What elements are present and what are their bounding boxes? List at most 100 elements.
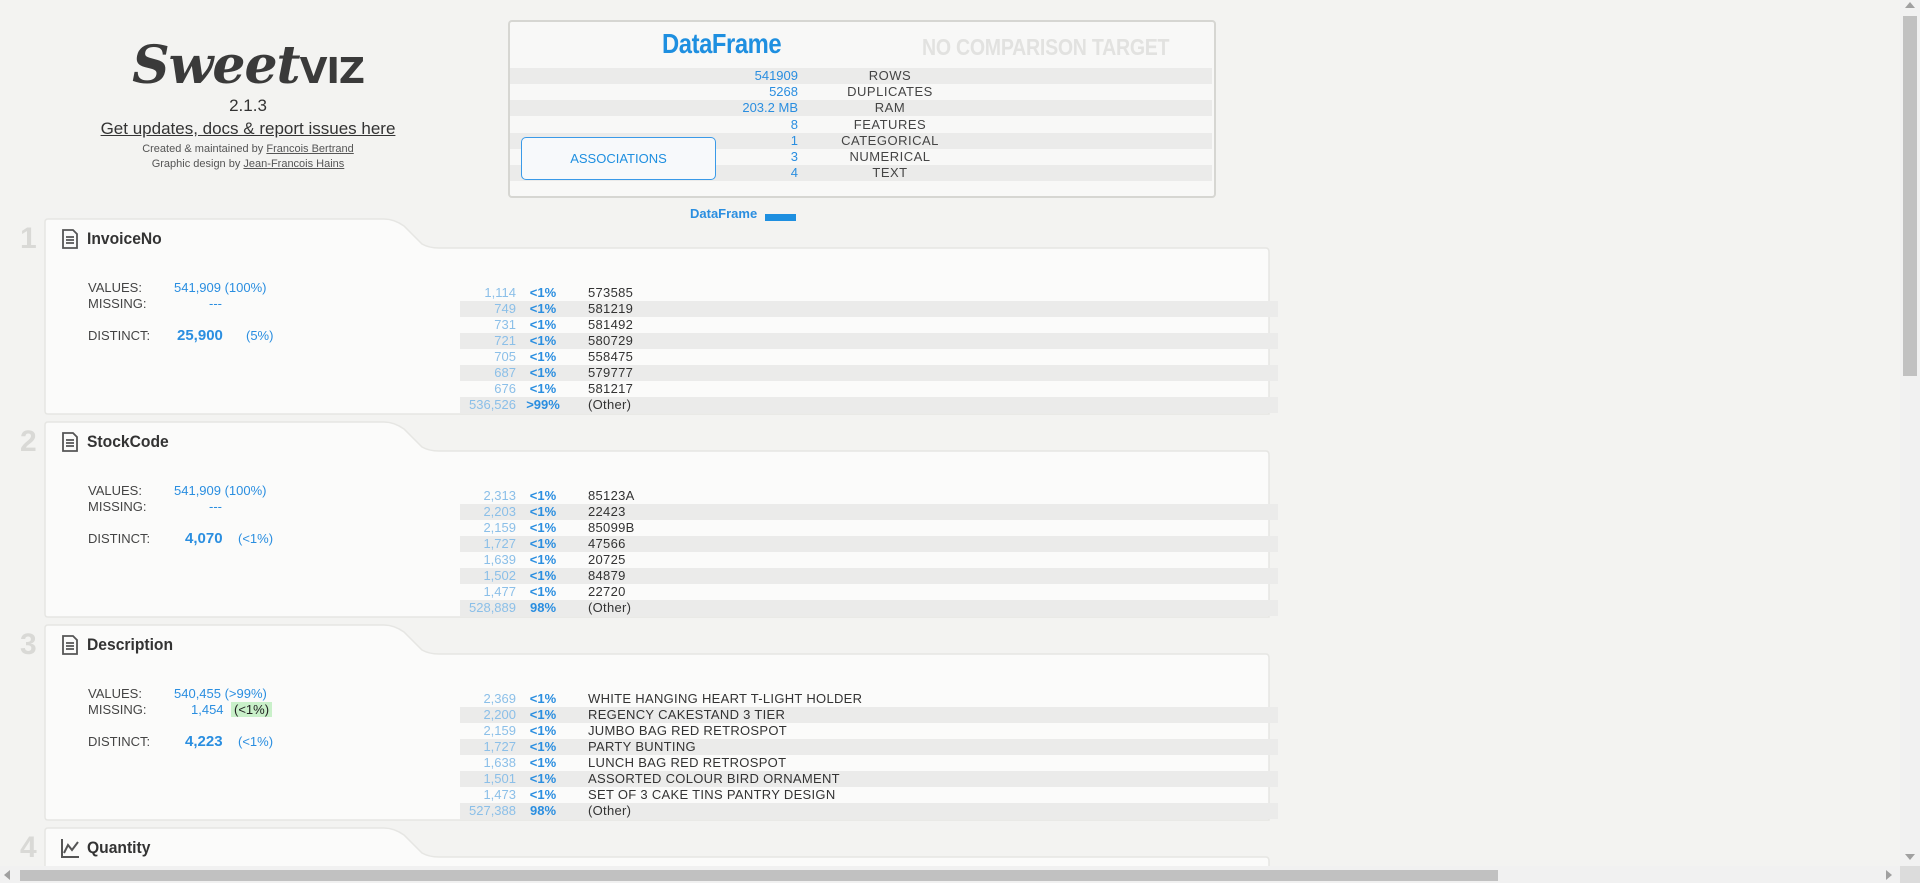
scroll-left-arrow-icon[interactable] bbox=[4, 870, 10, 880]
credit-line: Created & maintained by Francois Bertran… bbox=[60, 142, 436, 157]
missing-value: --- bbox=[209, 499, 222, 514]
values-value: 541,909 (100%) bbox=[174, 483, 267, 498]
feature-number: 3 bbox=[20, 628, 37, 661]
summary-stat-value: 8 bbox=[790, 117, 798, 132]
top-value-count: 536,526 bbox=[469, 397, 516, 412]
feature-name: Description bbox=[87, 635, 174, 654]
top-value-count: 1,502 bbox=[483, 568, 516, 583]
top-value-row: 721 <1% 580729 bbox=[460, 333, 1278, 349]
top-value-count: 2,200 bbox=[483, 707, 516, 722]
author-link[interactable]: Francois Bertrand bbox=[266, 143, 353, 155]
top-value-percent: <1% bbox=[529, 739, 557, 754]
distinct-value: 4,070 bbox=[185, 530, 223, 547]
scroll-up-arrow-icon[interactable] bbox=[1905, 2, 1915, 8]
designer-link[interactable]: Jean-Francois Hains bbox=[243, 158, 344, 170]
top-value-percent: >99% bbox=[526, 397, 560, 412]
top-value-name: 47566 bbox=[588, 536, 626, 551]
top-value-percent: <1% bbox=[529, 536, 557, 551]
horizontal-scroll-thumb[interactable] bbox=[20, 870, 1498, 881]
top-value-name: WHITE HANGING HEART T-LIGHT HOLDER bbox=[588, 691, 863, 706]
vertical-scroll-thumb[interactable] bbox=[1903, 16, 1917, 376]
top-value-name: 20725 bbox=[588, 552, 626, 567]
top-value-count: 1,473 bbox=[483, 787, 516, 802]
top-value-name: 85123A bbox=[588, 488, 635, 503]
top-value-row: 2,159 <1% 85099B bbox=[460, 520, 1278, 536]
top-value-row: 2,203 <1% 22423 bbox=[460, 504, 1278, 520]
top-value-name: PARTY BUNTING bbox=[588, 739, 696, 754]
values-label: VALUES: bbox=[88, 483, 142, 498]
distinct-percent: (5%) bbox=[246, 328, 274, 343]
top-value-name: LUNCH BAG RED RETROSPOT bbox=[588, 755, 787, 770]
missing-value: 1,454 bbox=[191, 702, 224, 717]
distinct-label: DISTINCT: bbox=[88, 734, 151, 749]
missing-label: MISSING: bbox=[88, 702, 147, 717]
scrollbar-corner bbox=[1900, 866, 1920, 883]
top-value-percent: <1% bbox=[529, 488, 557, 503]
top-value-count: 1,727 bbox=[483, 739, 516, 754]
feature-card[interactable]: StockCode VALUES: MISSING: DISTINCT: 541,909… bbox=[44, 421, 1278, 619]
top-value-name: SET OF 3 CAKE TINS PANTRY DESIGN bbox=[588, 787, 836, 802]
updates-link[interactable]: Get updates, docs & report issues here bbox=[101, 119, 396, 138]
summary-stat-row: 5268 DUPLICATES bbox=[510, 84, 1212, 100]
scroll-down-arrow-icon[interactable] bbox=[1905, 854, 1915, 860]
top-value-count: 2,159 bbox=[483, 520, 516, 535]
values-label: VALUES: bbox=[88, 280, 142, 295]
top-value-row: 1,727 <1% 47566 bbox=[460, 536, 1278, 552]
missing-label: MISSING: bbox=[88, 499, 147, 514]
top-value-name: REGENCY CAKESTAND 3 TIER bbox=[588, 707, 786, 722]
top-value-percent: <1% bbox=[529, 333, 557, 348]
feature-name: Quantity bbox=[87, 838, 151, 857]
top-value-percent: 98% bbox=[529, 803, 557, 818]
top-value-row: 2,369 <1% WHITE HANGING HEART T-LIGHT HOLD… bbox=[460, 691, 1278, 707]
top-value-percent: <1% bbox=[529, 568, 557, 583]
missing-label: MISSING: bbox=[88, 296, 147, 311]
top-value-count: 749 bbox=[494, 301, 516, 316]
scroll-right-arrow-icon[interactable] bbox=[1886, 870, 1892, 880]
top-value-row: 527,388 98% (Other) bbox=[460, 803, 1278, 819]
summary-stat-row: 203.2 MB RAM bbox=[510, 100, 1212, 116]
top-value-percent: <1% bbox=[529, 723, 557, 738]
summary-stat-row: 8 FEATURES bbox=[510, 117, 1212, 133]
top-value-percent: <1% bbox=[529, 349, 557, 364]
sweetviz-logo: SweetVIZ bbox=[132, 35, 365, 96]
top-value-count: 731 bbox=[494, 317, 516, 332]
summary-stat-value: 203.2 MB bbox=[742, 100, 798, 115]
created-by-label: Created & maintained by bbox=[142, 143, 264, 155]
feature-card[interactable]: InvoiceNo VALUES: MISSING: DISTINCT: 541,909… bbox=[44, 218, 1278, 416]
top-value-name: (Other) bbox=[588, 397, 632, 412]
top-value-name: JUMBO BAG RED RETROSPOT bbox=[588, 723, 788, 738]
top-value-row: 1,501 <1% ASSORTED COLOUR BIRD ORNAMENT bbox=[460, 771, 1278, 787]
missing-percent-badge: (<1%) bbox=[231, 702, 273, 717]
distinct-label: DISTINCT: bbox=[88, 328, 151, 343]
feature-card[interactable]: Description VALUES: MISSING: DISTINCT: 540,4… bbox=[44, 624, 1278, 822]
summary-stat-row: 541909 ROWS bbox=[510, 68, 1212, 84]
feature-number: 2 bbox=[20, 425, 37, 458]
distinct-value: 25,900 bbox=[177, 327, 223, 344]
summary-stat-label: RAM bbox=[874, 100, 906, 115]
top-value-row: 2,200 <1% REGENCY CAKESTAND 3 TIER bbox=[460, 707, 1278, 723]
top-value-row: 2,313 <1% 85123A bbox=[460, 488, 1278, 504]
top-value-count: 527,388 bbox=[469, 803, 516, 818]
top-value-name: 581492 bbox=[588, 317, 634, 332]
top-value-percent: <1% bbox=[529, 365, 557, 380]
associations-button[interactable]: ASSOCIATIONS bbox=[521, 137, 716, 180]
top-value-percent: <1% bbox=[529, 520, 557, 535]
feature-name: InvoiceNo bbox=[87, 229, 162, 248]
top-value-count: 528,889 bbox=[469, 600, 516, 615]
dataframe-title: DataFrame bbox=[662, 28, 782, 59]
top-value-percent: <1% bbox=[529, 771, 557, 786]
top-value-percent: 98% bbox=[529, 600, 557, 615]
top-value-count: 1,114 bbox=[484, 285, 516, 300]
document-icon bbox=[60, 634, 80, 656]
top-value-row: 1,639 <1% 20725 bbox=[460, 552, 1278, 568]
top-value-row: 536,526 >99% (Other) bbox=[460, 397, 1278, 413]
line-chart-icon bbox=[60, 837, 80, 859]
top-value-row: 749 <1% 581219 bbox=[460, 301, 1278, 317]
top-value-name: 573585 bbox=[588, 285, 634, 300]
top-value-count: 1,501 bbox=[483, 771, 516, 786]
feature-number: 4 bbox=[20, 831, 37, 864]
top-value-name: 579777 bbox=[588, 365, 634, 380]
top-value-count: 2,203 bbox=[483, 504, 516, 519]
top-value-count: 2,313 bbox=[483, 488, 516, 503]
top-value-name: 84879 bbox=[588, 568, 626, 583]
